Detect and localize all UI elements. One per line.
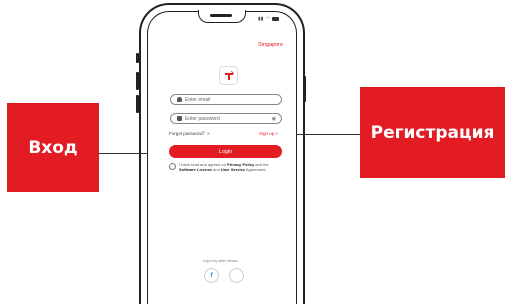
software-license-link[interactable]: Software License xyxy=(179,167,212,172)
sign-up-link[interactable]: Sign up > xyxy=(259,131,278,136)
login-button[interactable]: Login xyxy=(169,145,282,158)
facebook-login-button[interactable]: f xyxy=(204,268,219,283)
register-callout: Регистрация xyxy=(360,87,505,178)
email-field[interactable]: Enter email xyxy=(170,94,282,105)
agreement-radio[interactable] xyxy=(169,163,176,170)
other-login-label: Log in by other means xyxy=(203,259,238,263)
phone-speaker xyxy=(210,14,232,17)
phone-power-button xyxy=(303,76,306,102)
facebook-icon: f xyxy=(210,272,213,279)
email-placeholder: Enter email xyxy=(185,96,211,103)
agreement-row: I have read and agreed on Privacy Policy… xyxy=(169,162,281,172)
lock-icon xyxy=(177,116,182,121)
region-selector[interactable]: Singapore xyxy=(258,42,283,48)
password-field[interactable]: Enter password ◉ xyxy=(170,113,282,124)
wifi-icon: ◠ xyxy=(265,16,270,22)
logo-icon xyxy=(224,70,234,80)
eye-icon[interactable]: ◉ xyxy=(272,116,276,122)
battery-icon xyxy=(271,17,279,21)
phone-volume-up xyxy=(136,72,139,90)
person-icon xyxy=(177,97,182,102)
status-bar: ▮▮ ◠ xyxy=(258,15,288,23)
phone-volume-down xyxy=(136,95,139,113)
user-service-link[interactable]: User Service xyxy=(221,167,245,172)
forgot-password-link[interactable]: Forgot password？> xyxy=(169,131,210,137)
login-callout: Вход xyxy=(7,103,99,192)
apple-login-button[interactable] xyxy=(229,268,244,283)
signal-icon: ▮▮ xyxy=(258,16,264,22)
app-logo xyxy=(219,66,238,85)
agreement-text: I have read and agreed on Privacy Policy… xyxy=(179,162,269,172)
phone-side-button xyxy=(136,53,139,63)
password-placeholder: Enter password xyxy=(185,115,220,122)
